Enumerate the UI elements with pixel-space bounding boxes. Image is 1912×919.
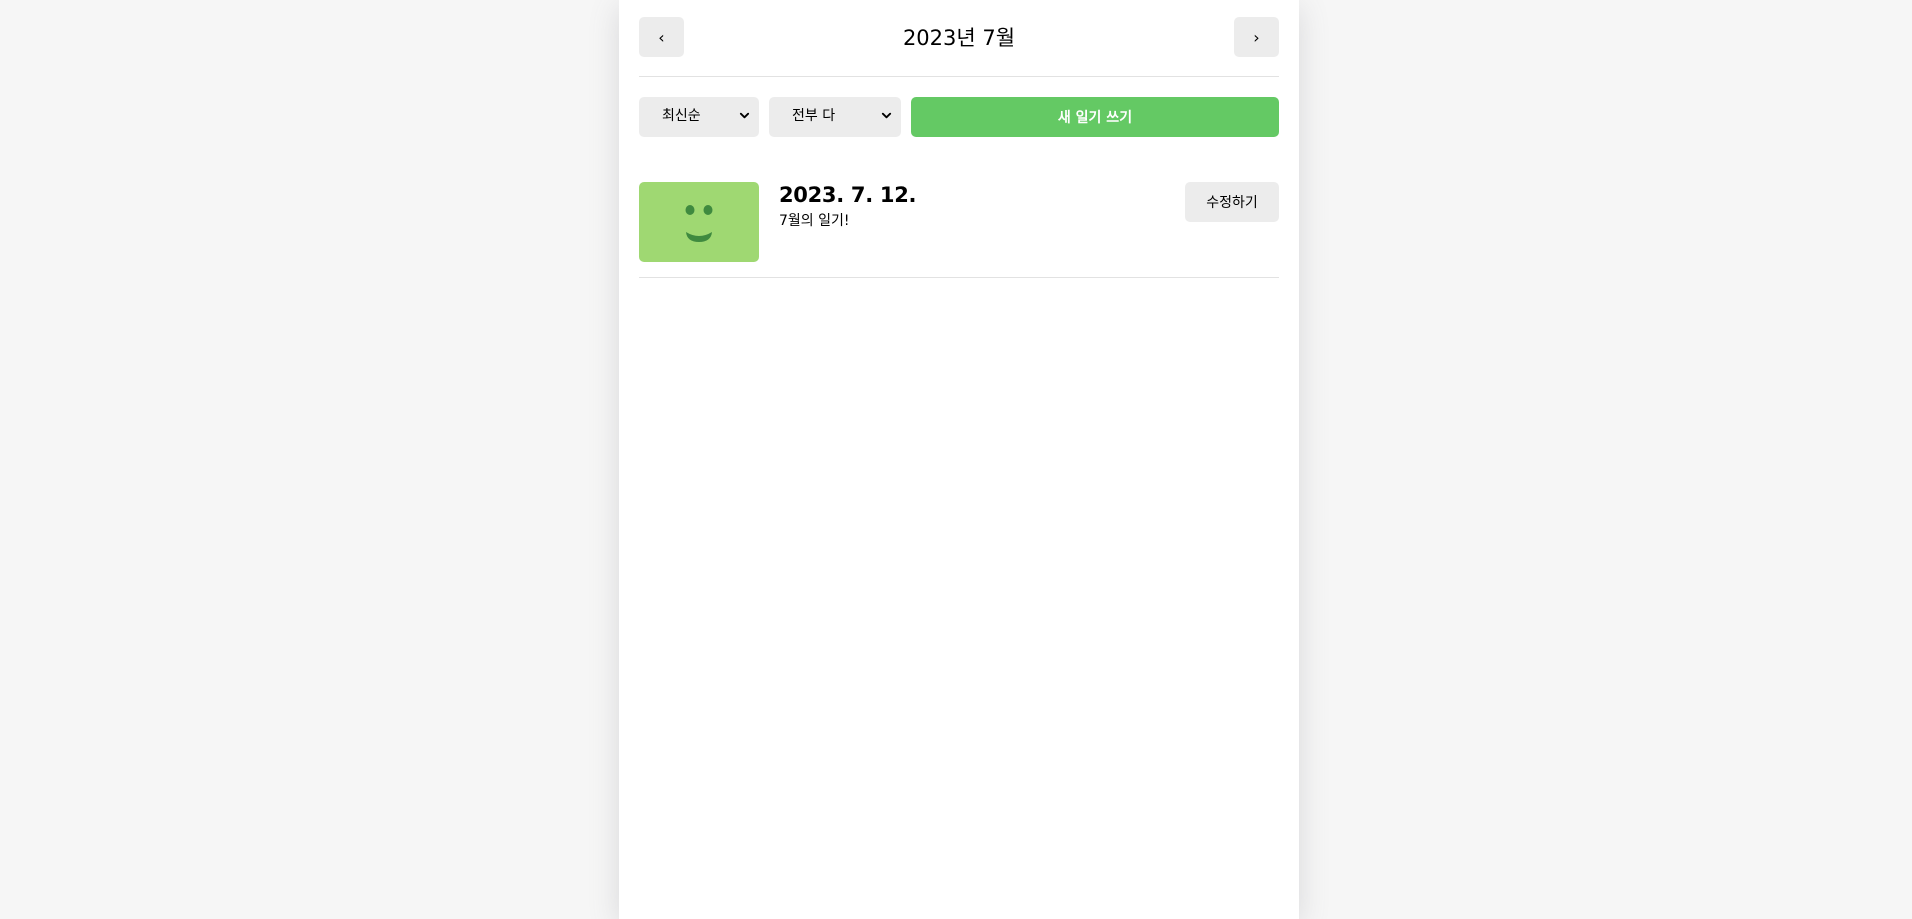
filter-select-value: 전부 다 [792, 108, 836, 124]
page-title: 2023년 7월 [902, 25, 1016, 50]
sort-select[interactable]: 최신순 [639, 97, 759, 137]
new-diary-button[interactable]: 새 일기 쓰기 [911, 97, 1279, 137]
next-month-button[interactable]: › [1234, 17, 1279, 57]
diary-list: 2023. 7. 12. 7월의 일기! 수정하기 [639, 182, 1279, 278]
chevron-down-icon [739, 112, 750, 119]
diary-info[interactable]: 2023. 7. 12. 7월의 일기! [779, 183, 917, 230]
chevron-down-icon [881, 112, 892, 119]
diary-date: 2023. 7. 12. [779, 183, 917, 207]
list-item: 2023. 7. 12. 7월의 일기! 수정하기 [639, 182, 1279, 278]
diary-content: 7월의 일기! [779, 213, 850, 229]
prev-month-button[interactable]: ‹ [639, 17, 684, 57]
sort-select-value: 최신순 [662, 108, 701, 124]
diary-app: ‹ 2023년 7월 › 최신순 전부 다 새 일기 쓰기 2023. 7. 1… [619, 0, 1299, 919]
filter-select[interactable]: 전부 다 [769, 97, 901, 137]
menu-bar: 최신순 전부 다 새 일기 쓰기 [639, 97, 1279, 137]
smile-emotion-icon [685, 205, 713, 242]
edit-button[interactable]: 수정하기 [1185, 182, 1279, 222]
emotion-image[interactable] [639, 182, 759, 262]
header: ‹ 2023년 7월 › [639, 0, 1279, 77]
